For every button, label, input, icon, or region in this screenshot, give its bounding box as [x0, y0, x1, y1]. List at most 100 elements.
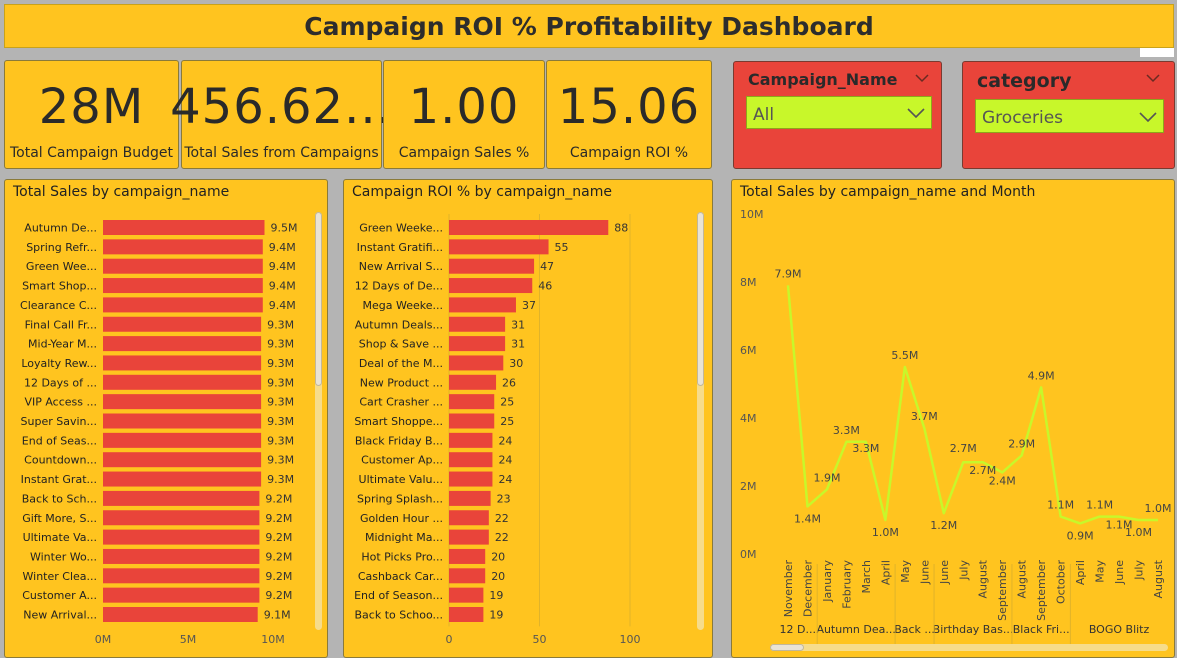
data-label: 1.1M [1047, 499, 1074, 512]
bar [103, 374, 262, 390]
bar [449, 587, 484, 603]
vertical-scrollbar[interactable] [315, 212, 322, 630]
data-label: 9.3M [267, 415, 294, 428]
data-label: 19 [489, 589, 503, 602]
data-label: 25 [500, 415, 514, 428]
bar [103, 297, 263, 313]
data-label: 9.2M [265, 512, 292, 525]
bar [103, 258, 263, 274]
category-label: Super Savin... [21, 415, 97, 428]
bar [103, 510, 260, 526]
kpi-value: 1.00 [408, 79, 520, 135]
x-tick-label: January [821, 560, 834, 603]
bar [103, 239, 263, 255]
category-label: Gift More, S... [22, 512, 97, 525]
data-label: 37 [522, 299, 536, 312]
bar [449, 394, 495, 410]
data-label: 55 [555, 241, 569, 254]
kpi-label: Campaign ROI % [569, 145, 689, 161]
kpi-card-sales-pct: 1.00 Campaign Sales % [383, 60, 545, 169]
data-label: 30 [509, 357, 523, 370]
data-label: 9.3M [267, 376, 294, 389]
category-label: Hot Picks Pro... [361, 550, 443, 563]
x-tick-label: February [840, 560, 853, 609]
dashboard-title-bar: Campaign ROI % Profitability Dashboard [4, 4, 1174, 48]
scrollbar-thumb[interactable] [315, 212, 322, 386]
slicer-title: category [977, 70, 1072, 92]
campaign-dropdown[interactable]: All [746, 96, 932, 129]
category-label: Smart Shop... [22, 280, 97, 293]
y-tick-label: 8M [740, 276, 757, 289]
data-label: 9.4M [269, 280, 296, 293]
y-tick-label: 2M [740, 480, 757, 493]
chevron-down-icon [1139, 112, 1157, 123]
bar [103, 607, 258, 622]
category-label: New Arrival S... [359, 260, 443, 273]
category-label: New Arrival... [23, 609, 97, 622]
bar [449, 471, 493, 487]
bar [103, 529, 260, 545]
group-label: 12 D... [780, 623, 816, 636]
chevron-down-icon[interactable] [914, 70, 930, 86]
data-label: 1.4M [794, 512, 821, 525]
kpi-label: Total Sales from Campaigns [184, 145, 379, 161]
slicer-title: Campaign_Name [748, 70, 898, 89]
x-tick-label: 0M [95, 633, 112, 646]
data-label: 1.9M [813, 471, 840, 484]
category-label: Loyalty Rew... [21, 357, 97, 370]
x-tick-label: May [899, 560, 912, 583]
x-tick-label: July [1133, 560, 1146, 581]
vertical-scrollbar[interactable] [697, 212, 704, 630]
group-label: BOGO Blitz [1089, 623, 1150, 636]
chart-panel-roi: Campaign ROI % by campaign_name Green We… [343, 179, 713, 658]
bar [449, 607, 484, 622]
y-tick-label: 0M [740, 548, 757, 561]
category-label: Cart Crasher ... [359, 396, 443, 409]
category-label: Mid-Year M... [28, 338, 97, 351]
y-tick-label: 4M [740, 412, 757, 425]
data-label: 2.7M [950, 442, 977, 455]
chevron-down-icon[interactable] [1145, 70, 1161, 86]
bar [449, 374, 497, 390]
category-label: New Product ... [360, 376, 443, 389]
data-label: 9.3M [267, 396, 294, 409]
bar [449, 413, 495, 429]
horizontal-scrollbar[interactable] [770, 644, 1168, 651]
data-label: 4.9M [1028, 369, 1055, 382]
category-dropdown[interactable]: Groceries [975, 99, 1164, 133]
bar [103, 278, 263, 294]
data-label: 24 [498, 434, 512, 447]
data-label: 22 [495, 531, 509, 544]
bar [103, 568, 260, 584]
page-title: Campaign ROI % Profitability Dashboard [304, 11, 874, 41]
data-label: 24 [498, 473, 512, 486]
x-tick-label: September [1035, 560, 1048, 621]
category-label: VIP Access ... [24, 396, 97, 409]
slicer-campaign-name[interactable]: Campaign_Name All [733, 61, 942, 169]
data-label: 9.2M [265, 570, 292, 583]
bar [449, 297, 516, 313]
data-label: 24 [498, 454, 512, 467]
category-label: End of Season... [354, 589, 443, 602]
sales-by-month-line-chart: 0M 2M 4M 6M 8M 10M 7.9M November 1.4M December 1.9… [740, 208, 1171, 644]
bar [449, 278, 533, 294]
data-label: 1.2M [930, 519, 957, 532]
scrollbar-thumb[interactable] [770, 644, 804, 651]
x-tick-label: October [1055, 560, 1068, 604]
slicer-category[interactable]: category Groceries [962, 61, 1175, 169]
chevron-down-icon [907, 108, 925, 119]
data-label: 9.1M [264, 609, 291, 622]
kpi-value: 15.06 [557, 79, 701, 135]
kpi-card-total-sales: 456.62... Total Sales from Campaigns [170, 60, 392, 169]
x-tick-label: April [879, 560, 892, 585]
category-label: Winter Wo... [30, 550, 97, 563]
category-label: Spring Refr... [26, 241, 97, 254]
scrollbar-thumb[interactable] [697, 212, 704, 386]
data-label: 9.4M [269, 241, 296, 254]
kpi-label: Total Campaign Budget [9, 145, 174, 161]
data-label: 5.5M [891, 349, 918, 362]
data-label: 7.9M [775, 267, 802, 280]
data-label: 9.3M [267, 338, 294, 351]
bar [449, 548, 486, 564]
kpi-value: 456.62... [170, 79, 393, 135]
